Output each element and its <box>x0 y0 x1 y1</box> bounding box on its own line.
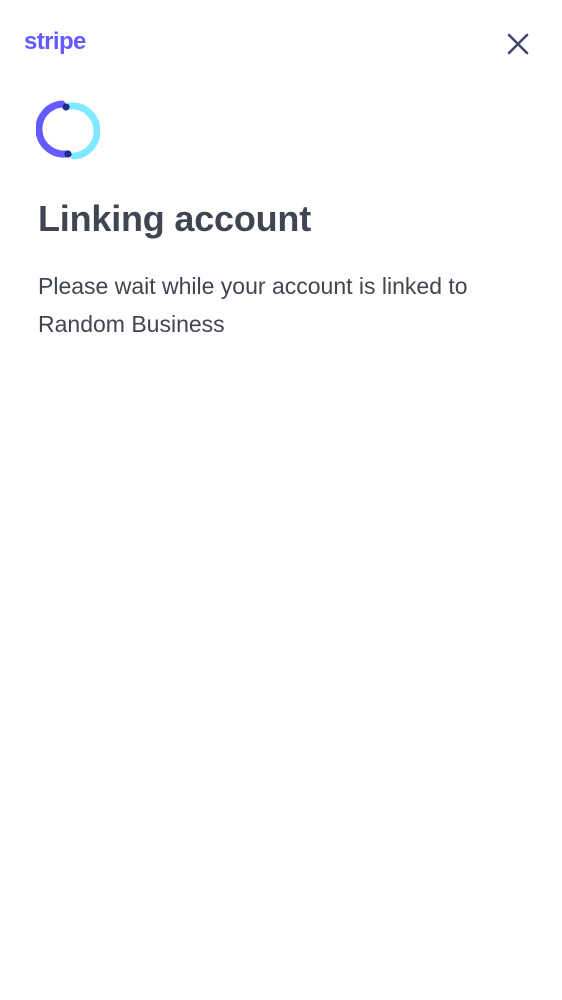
stripe-logo: stripe <box>24 28 86 55</box>
main-content: Linking account Please wait while your a… <box>35 96 524 343</box>
status-message: Please wait while your account is linked… <box>38 273 468 337</box>
close-button[interactable] <box>500 26 536 62</box>
close-icon <box>507 33 529 55</box>
sync-icon <box>35 100 101 160</box>
page-title: Linking account <box>38 198 312 239</box>
header: stripe <box>0 0 562 88</box>
